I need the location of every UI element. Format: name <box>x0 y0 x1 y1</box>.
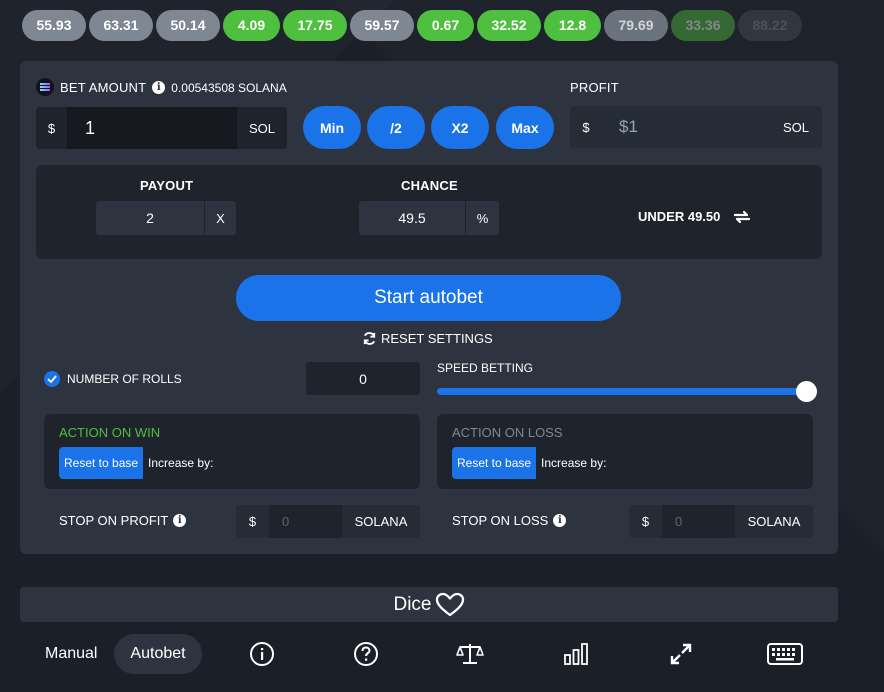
info-icon[interactable]: i <box>152 80 166 94</box>
history-pill: 17.75 <box>283 10 347 41</box>
history-pill: 50.14 <box>156 10 220 41</box>
swap-icon[interactable] <box>732 210 752 224</box>
max-button[interactable]: Max <box>496 106 554 149</box>
loss-increase-by-label[interactable]: Increase by: <box>541 456 606 470</box>
loss-options: Reset to base Increase by: <box>452 447 606 479</box>
bet-unit: SOL <box>248 120 275 136</box>
stop-profit-input[interactable]: 0 <box>269 505 342 538</box>
number-of-rolls: NUMBER OF ROLLS <box>44 371 182 387</box>
start-autobet-button[interactable]: Start autobet <box>236 275 621 321</box>
stop-on-profit: STOP ON PROFIT i <box>59 513 187 528</box>
history-pill: 32.52 <box>477 10 541 41</box>
loss-reset-to-base-button[interactable]: Reset to base <box>452 447 537 479</box>
reset-settings-button[interactable]: RESET SETTINGS <box>362 331 493 346</box>
stop-loss-symbol: $ <box>641 514 650 529</box>
tab-manual[interactable]: Manual <box>45 645 97 663</box>
bet-balance: 0.00543508 SOLANA <box>171 81 287 95</box>
bet-amount-header: BET AMOUNT i 0.00543508 SOLANA <box>36 78 287 96</box>
game-title: Dice <box>393 593 432 615</box>
stop-loss-unit: SOLANA <box>747 514 801 529</box>
stop-profit-unit: SOLANA <box>354 514 408 529</box>
double-button[interactable]: X2 <box>431 106 489 149</box>
action-on-loss-panel: ACTION ON LOSS Reset to base Increase by… <box>437 414 813 489</box>
speed-label: SPEED BETTING <box>437 361 534 375</box>
bet-amount-input[interactable]: 1 <box>67 107 237 149</box>
profit-unit: SOL <box>782 119 809 135</box>
stop-profit-symbol: $ <box>248 514 257 529</box>
chance-label: CHANCE <box>401 178 458 193</box>
stop-loss-input[interactable]: 0 <box>662 505 735 538</box>
refresh-icon <box>363 332 376 345</box>
chance-field[interactable]: 49.5 % <box>359 201 499 235</box>
win-reset-to-base-button[interactable]: Reset to base <box>59 447 144 479</box>
info-icon[interactable]: i <box>553 514 567 527</box>
game-title-bar: Dice <box>20 587 838 622</box>
chance-input[interactable]: 49.5 <box>359 210 465 226</box>
payout-label: PAYOUT <box>140 178 194 193</box>
speed-slider-track[interactable] <box>437 381 817 402</box>
roll-history: 55.93 63.31 50.14 4.09 17.75 59.57 0.67 32.52 12… <box>22 10 884 42</box>
payout-field[interactable]: 2 X <box>96 201 236 235</box>
reset-settings-label: RESET SETTINGS <box>381 331 493 346</box>
rolls-checkbox[interactable] <box>44 371 60 387</box>
profit-label: PROFIT <box>570 80 619 95</box>
stop-on-loss: STOP ON LOSS i <box>452 513 567 528</box>
keyboard-icon[interactable] <box>766 640 804 668</box>
profit-value: $1 <box>619 117 638 136</box>
history-pill: 88.22 <box>738 10 802 41</box>
under-label: UNDER 49.50 <box>638 209 721 224</box>
history-pill: 59.57 <box>350 10 414 41</box>
rolls-input[interactable]: 0 <box>306 362 420 395</box>
solana-coin-icon <box>36 78 54 96</box>
history-pill: 33.36 <box>671 10 735 41</box>
bet-amount-label: BET AMOUNT <box>60 79 147 95</box>
history-pill: 79.69 <box>604 10 668 41</box>
payout-chance-panel: PAYOUT 2 X CHANCE 49.5 % UNDER 49.50 <box>36 165 822 259</box>
fairness-scale-icon[interactable] <box>456 640 484 668</box>
win-increase-by-label[interactable]: Increase by: <box>148 456 213 470</box>
profit-currency-symbol: $ <box>582 119 590 135</box>
payout-input[interactable]: 2 <box>96 210 204 226</box>
heart-icon[interactable] <box>435 592 465 618</box>
history-pill: 4.09 <box>223 10 280 41</box>
autobet-panel: BET AMOUNT i 0.00543508 SOLANA $ 1 SOL M… <box>20 61 838 554</box>
action-on-win-title: ACTION ON WIN <box>59 425 161 440</box>
info-circle-icon[interactable] <box>248 640 276 668</box>
stats-bar-chart-icon[interactable] <box>562 640 590 668</box>
win-options: Reset to base Increase by: <box>59 447 213 479</box>
payout-suffix: X <box>216 210 225 226</box>
tab-autobet[interactable]: Autobet <box>114 634 202 674</box>
help-icon[interactable] <box>352 640 380 668</box>
fullscreen-expand-icon[interactable] <box>667 640 695 668</box>
under-toggle[interactable]: UNDER 49.50 <box>638 209 752 224</box>
half-button[interactable]: /2 <box>367 106 425 149</box>
speed-slider-fill <box>437 388 817 395</box>
min-button[interactable]: Min <box>303 106 361 149</box>
stop-on-profit-field[interactable]: $ 0 SOLANA <box>236 505 420 538</box>
stop-on-profit-label: STOP ON PROFIT <box>59 513 169 528</box>
profit-field: $ $1 SOL <box>570 106 822 148</box>
speed-slider-knob[interactable] <box>796 381 817 402</box>
bet-currency-symbol: $ <box>47 120 56 136</box>
stop-on-loss-field[interactable]: $ 0 SOLANA <box>629 505 813 538</box>
stop-on-loss-label: STOP ON LOSS <box>452 513 549 528</box>
rolls-label: NUMBER OF ROLLS <box>67 372 182 386</box>
action-on-win-panel: ACTION ON WIN Reset to base Increase by: <box>44 414 420 489</box>
history-pill: 12.8 <box>544 10 601 41</box>
history-pill: 0.67 <box>417 10 474 41</box>
action-on-loss-title: ACTION ON LOSS <box>452 425 563 440</box>
info-icon[interactable]: i <box>173 514 187 527</box>
history-pill: 63.31 <box>89 10 153 41</box>
check-icon <box>47 375 57 383</box>
history-pill: 55.93 <box>22 10 86 41</box>
bet-amount-field[interactable]: $ 1 SOL <box>36 107 287 149</box>
chance-suffix: % <box>476 210 489 226</box>
